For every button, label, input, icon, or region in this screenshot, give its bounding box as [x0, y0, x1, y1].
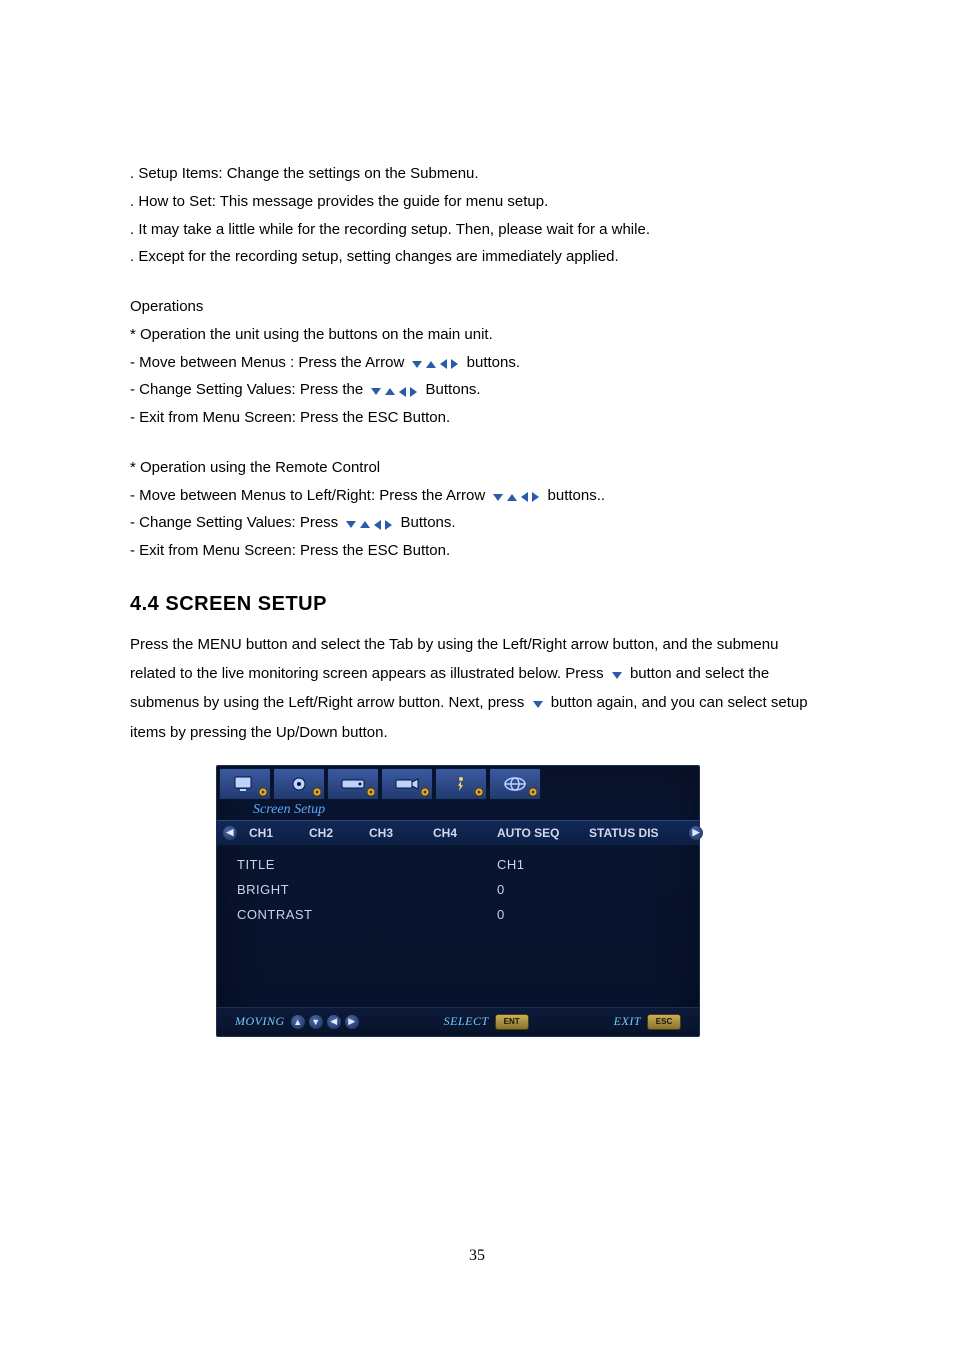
- dvr-row-label: TITLE: [237, 857, 497, 872]
- operations-unit-exit: - Exit from Menu Screen: Press the ESC B…: [130, 404, 824, 432]
- dvr-subtab-autoseq[interactable]: AUTO SEQ: [489, 826, 581, 840]
- dvr-row-title[interactable]: TITLE CH1: [237, 852, 689, 877]
- operations-unit-change: - Change Setting Values: Press the Butto…: [130, 376, 824, 404]
- arrow-up-icon: [426, 361, 436, 368]
- dvr-tab-network-icon[interactable]: [489, 768, 541, 799]
- arrow-up-icon: [507, 494, 517, 501]
- text: Buttons.: [426, 381, 481, 398]
- text: - Move between Menus to Left/Right: Pres…: [130, 487, 485, 504]
- dvr-menu-screenshot: Screen Setup ◀ CH1 CH2 CH3 CH4 AUTO SEQ …: [216, 765, 700, 1037]
- dvr-content: TITLE CH1 BRIGHT 0 CONTRAST 0: [217, 846, 699, 1007]
- footer-moving-label: MOVING: [235, 1014, 285, 1029]
- arrow-right-icon: [451, 359, 458, 369]
- footer-select-label: SELECT: [444, 1014, 489, 1029]
- arrow-left-icon: [399, 387, 406, 397]
- dvr-subtab-ch2[interactable]: CH2: [301, 826, 361, 840]
- dvr-subtab-ch4[interactable]: CH4: [425, 826, 489, 840]
- key-right-icon: ▶: [345, 1015, 359, 1029]
- arrow-buttons-icon: [371, 387, 417, 397]
- dvr-tab-storage-icon[interactable]: [327, 768, 379, 799]
- dvr-subtab-ch3[interactable]: CH3: [361, 826, 425, 840]
- arrow-right-icon: [532, 492, 539, 502]
- arrow-buttons-icon: [493, 492, 539, 502]
- dvr-title: Screen Setup: [217, 802, 699, 820]
- dvr-row-label: CONTRAST: [237, 907, 497, 922]
- arrow-down-icon: [412, 361, 422, 368]
- arrow-buttons-icon: [346, 520, 392, 530]
- dvr-tab-motion-icon[interactable]: [435, 768, 487, 799]
- dvr-top-tabs: [217, 766, 699, 802]
- dvr-row-value: 0: [497, 907, 505, 922]
- section-title: 4.4 SCREEN SETUP: [130, 593, 824, 616]
- dvr-tab-camera-icon[interactable]: [381, 768, 433, 799]
- arrow-buttons-icon: [412, 359, 458, 369]
- arrow-down-icon: [493, 494, 503, 501]
- dvr-row-bright[interactable]: BRIGHT 0: [237, 877, 689, 902]
- dvr-footer: MOVING ▲ ▼ ◀ ▶ SELECT ENT EXIT ESC: [217, 1007, 699, 1036]
- arrow-down-icon: [346, 521, 356, 528]
- operations-remote-heading: * Operation using the Remote Control: [130, 454, 824, 482]
- operations-unit-heading: * Operation the unit using the buttons o…: [130, 321, 824, 349]
- arrow-down-icon: [612, 672, 622, 679]
- operations-remote-move: - Move between Menus to Left/Right: Pres…: [130, 482, 824, 510]
- arrow-up-icon: [360, 521, 370, 528]
- dvr-subtabs: ◀ CH1 CH2 CH3 CH4 AUTO SEQ STATUS DIS ▶: [217, 820, 699, 846]
- arrow-left-icon: [521, 492, 528, 502]
- dvr-subtab-statusdis[interactable]: STATUS DIS: [581, 826, 685, 840]
- arrow-right-icon: [385, 520, 392, 530]
- intro-line: . Setup Items: Change the settings on th…: [130, 160, 824, 188]
- section-paragraph: Press the MENU button and select the Tab…: [130, 630, 824, 747]
- operations-remote-change: - Change Setting Values: Press Buttons.: [130, 509, 824, 537]
- footer-exit-label: EXIT: [614, 1014, 641, 1029]
- text: buttons.: [467, 354, 520, 371]
- intro-line: . How to Set: This message provides the …: [130, 188, 824, 216]
- page-number: 35: [0, 1247, 954, 1265]
- key-ent-icon: ENT: [495, 1014, 529, 1030]
- arrow-left-icon: [374, 520, 381, 530]
- dvr-row-value: CH1: [497, 857, 525, 872]
- operations-remote-exit: - Exit from Menu Screen: Press the ESC B…: [130, 537, 824, 565]
- arrow-down-icon: [371, 388, 381, 395]
- intro-line: . It may take a little while for the rec…: [130, 216, 824, 244]
- dvr-row-contrast[interactable]: CONTRAST 0: [237, 902, 689, 927]
- dvr-tab-record-icon[interactable]: [273, 768, 325, 799]
- intro-line: . Except for the recording setup, settin…: [130, 243, 824, 271]
- text: - Move between Menus : Press the Arrow: [130, 354, 404, 371]
- key-up-icon: ▲: [291, 1015, 305, 1029]
- dvr-tab-display-icon[interactable]: [219, 768, 271, 799]
- dvr-row-value: 0: [497, 882, 505, 897]
- operations-heading: Operations: [130, 293, 824, 321]
- arrow-down-icon: [533, 701, 543, 708]
- key-esc-icon: ESC: [647, 1014, 681, 1030]
- key-left-icon: ◀: [327, 1015, 341, 1029]
- key-down-icon: ▼: [309, 1015, 323, 1029]
- text: Buttons.: [401, 514, 456, 531]
- text: - Change Setting Values: Press the: [130, 381, 363, 398]
- arrow-left-icon: [440, 359, 447, 369]
- dvr-row-label: BRIGHT: [237, 882, 497, 897]
- text: - Change Setting Values: Press: [130, 514, 338, 531]
- text: buttons..: [548, 487, 606, 504]
- nav-left-icon[interactable]: ◀: [223, 826, 237, 840]
- arrow-right-icon: [410, 387, 417, 397]
- arrow-up-icon: [385, 388, 395, 395]
- nav-right-icon[interactable]: ▶: [689, 826, 703, 840]
- dvr-subtab-ch1[interactable]: CH1: [241, 826, 301, 840]
- operations-unit-move: - Move between Menus : Press the Arrow b…: [130, 349, 824, 377]
